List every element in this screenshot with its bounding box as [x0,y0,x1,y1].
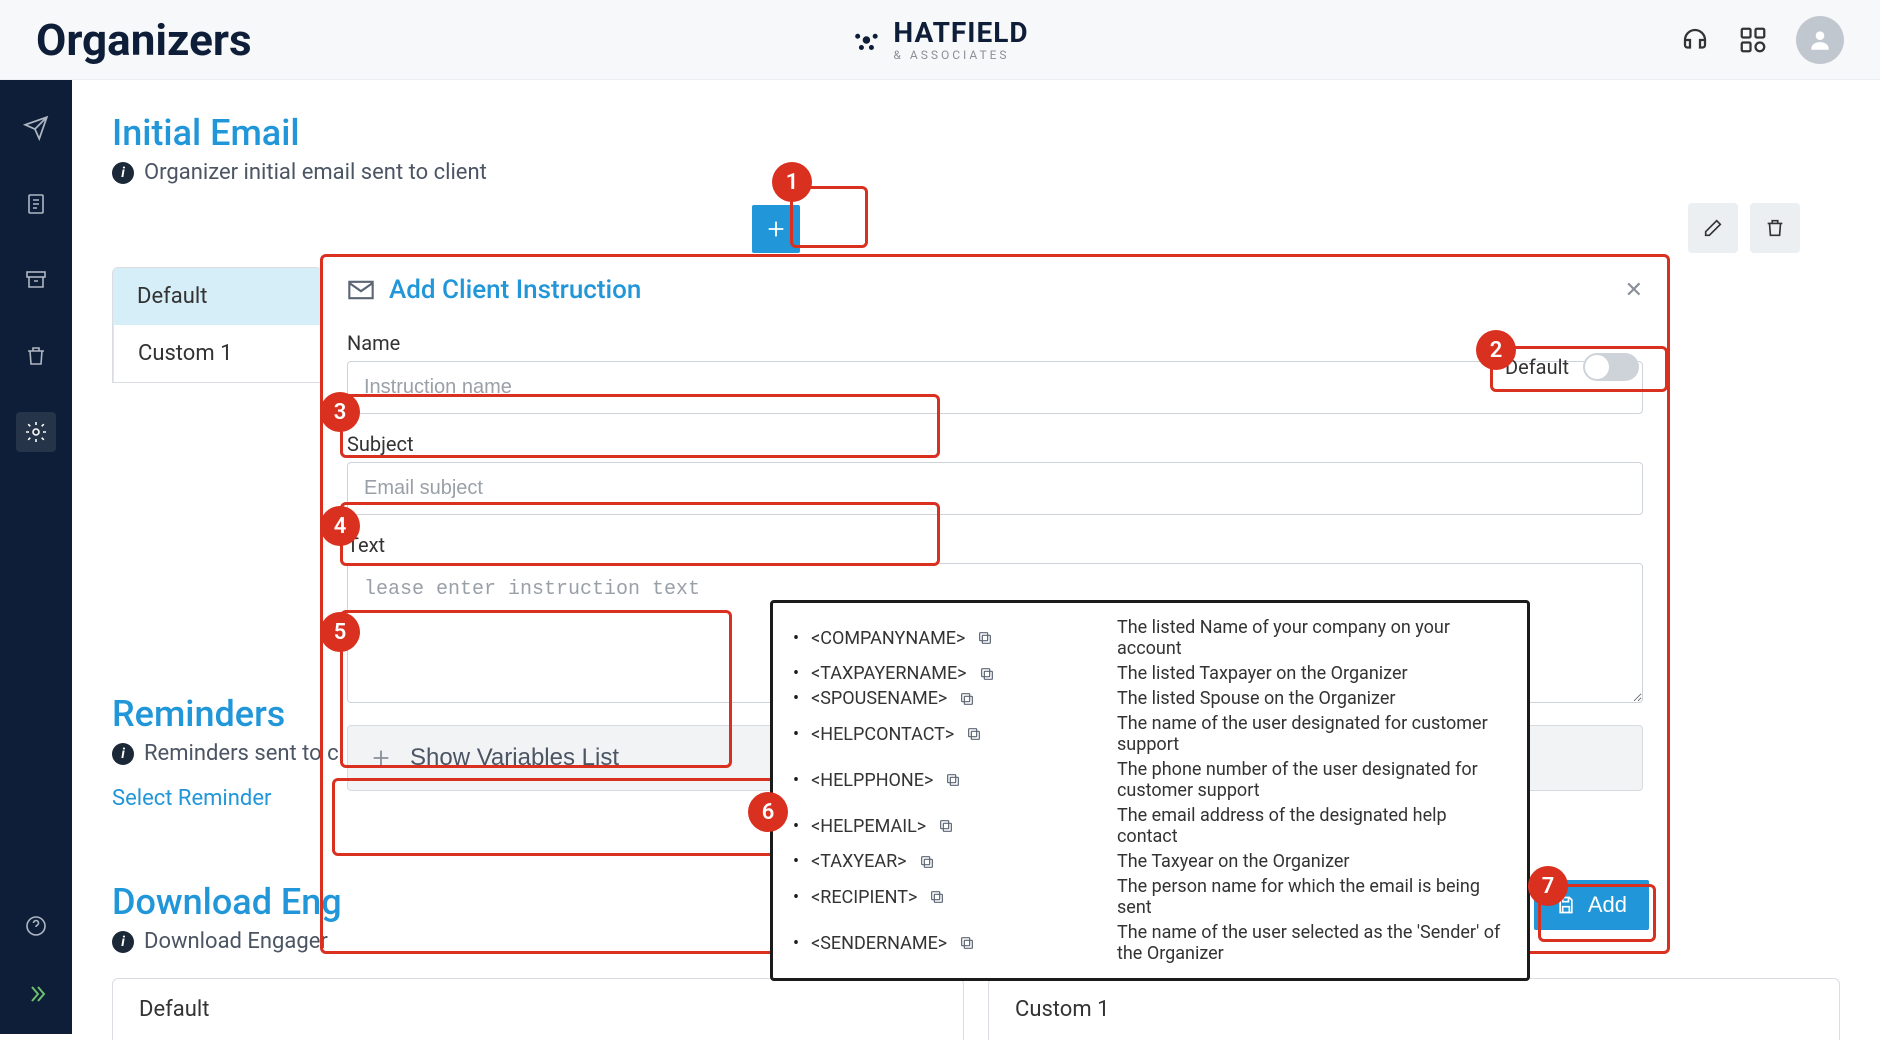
name-field-label: Name [347,331,1643,355]
variable-token: <HELPCONTACT> [793,713,1093,755]
variable-token: <HELPPHONE> [793,759,1093,801]
default-toggle[interactable] [1583,353,1639,381]
initial-email-title: Initial Email [112,112,1840,154]
sidebar-document-icon[interactable] [16,184,56,224]
download-tab-default[interactable]: Default [112,978,964,1040]
instruction-name-input[interactable] [347,361,1643,414]
copy-icon[interactable] [959,691,975,707]
variable-row: <SPOUSENAME> The listed Spouse on the Org… [793,686,1507,711]
brand-glyph-icon [851,25,881,55]
copy-icon[interactable] [938,818,954,834]
variable-token: <COMPANYNAME> [793,617,1093,659]
initial-email-subtitle: i Organizer initial email sent to client [112,160,1840,185]
brand-subtitle: & ASSOCIATES [893,49,1028,61]
variable-description: The Taxyear on the Organizer [1117,851,1350,872]
variable-row: <HELPPHONE> The phone number of the user … [793,757,1507,803]
headset-icon[interactable] [1680,25,1710,55]
sidebar [0,80,72,1034]
variable-row: <COMPANYNAME> The listed Name of your com… [793,615,1507,661]
variable-description: The listed Taxpayer on the Organizer [1117,663,1408,684]
variable-description: The listed Spouse on the Organizer [1117,688,1396,709]
plus-icon [370,747,392,769]
copy-icon[interactable] [919,854,935,870]
variable-description: The listed Name of your company on your … [1117,617,1507,659]
add-button[interactable]: Add [1534,880,1649,930]
email-subject-input[interactable] [347,462,1643,515]
variable-token: <RECIPIENT> [793,876,1093,918]
copy-icon[interactable] [929,889,945,905]
variable-description: The email address of the designated help… [1117,805,1507,847]
delete-template-button[interactable] [1750,203,1800,253]
default-toggle-label: Default [1505,355,1569,379]
variable-description: The name of the user designated for cust… [1117,713,1507,755]
variable-row: <HELPEMAIL> The email address of the desi… [793,803,1507,849]
page-title: Organizers [36,14,252,66]
sidebar-trash-icon[interactable] [16,336,56,376]
variables-popup: <COMPANYNAME> The listed Name of your com… [770,600,1530,981]
variable-token: <TAXPAYERNAME> [793,663,1093,684]
variable-description: The phone number of the user designated … [1117,759,1507,801]
select-reminder-link[interactable]: Select Reminder [112,786,271,811]
tab-custom-1[interactable]: Custom 1 [113,325,321,382]
copy-icon[interactable] [977,630,993,646]
apps-grid-icon[interactable] [1738,25,1768,55]
template-tabs: Default Custom 1 [112,267,322,383]
save-icon [1556,895,1576,915]
sidebar-expand-icon[interactable] [16,974,56,1014]
variable-row: <HELPCONTACT> The name of the user design… [793,711,1507,757]
sidebar-send-icon[interactable] [16,108,56,148]
subject-field-label: Subject [347,432,1643,456]
variable-row: <RECIPIENT> The person name for which the… [793,874,1507,920]
sidebar-archive-icon[interactable] [16,260,56,300]
variable-token: <HELPEMAIL> [793,805,1093,847]
variable-description: The name of the user selected as the 'Se… [1117,922,1507,964]
copy-icon[interactable] [959,935,975,951]
tab-default[interactable]: Default [113,268,321,325]
download-tabs: Default Custom 1 [112,978,1840,1040]
info-icon: i [112,743,134,765]
variable-token: <TAXYEAR> [793,851,1093,872]
copy-icon[interactable] [979,666,995,682]
copy-icon[interactable] [945,772,961,788]
download-tab-custom-1[interactable]: Custom 1 [988,978,1840,1040]
text-field-label: Text [347,533,1643,557]
variable-token: <SPOUSENAME> [793,688,1093,709]
modal-close-icon[interactable]: ✕ [1625,278,1643,303]
modal-title: Add Client Instruction [389,275,641,305]
info-icon: i [112,931,134,953]
variable-description: The person name for which the email is b… [1117,876,1507,918]
variable-token: <SENDERNAME> [793,922,1093,964]
default-toggle-row: Default [1505,353,1639,381]
add-template-button[interactable] [752,205,800,253]
copy-icon[interactable] [966,726,982,742]
variable-row: <TAXPAYERNAME> The listed Taxpayer on the… [793,661,1507,686]
brand-logo: HATFIELD & ASSOCIATES [851,19,1028,61]
sidebar-help-icon[interactable] [16,906,56,946]
info-icon: i [112,162,134,184]
variable-row: <TAXYEAR> The Taxyear on the Organizer [793,849,1507,874]
user-avatar[interactable] [1796,16,1844,64]
variable-row: <SENDERNAME> The name of the user selecte… [793,920,1507,966]
topbar: Organizers HATFIELD & ASSOCIATES [0,0,1880,80]
envelope-icon [347,276,375,304]
sidebar-settings-icon[interactable] [16,412,56,452]
brand-name: HATFIELD [893,19,1028,47]
edit-template-button[interactable] [1688,203,1738,253]
